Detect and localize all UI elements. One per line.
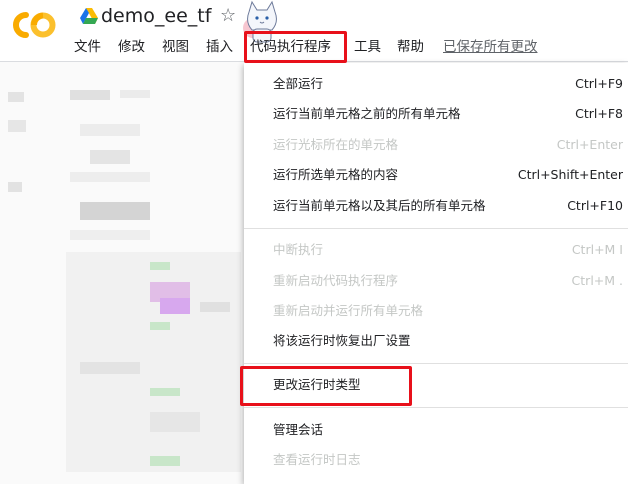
google-drive-icon[interactable] xyxy=(80,8,98,24)
blur-block xyxy=(90,150,130,164)
blur-block xyxy=(150,456,180,466)
blur-block xyxy=(80,124,140,136)
blur-block xyxy=(8,182,22,192)
blur-block xyxy=(70,90,110,100)
menu-divider xyxy=(244,228,628,229)
menu-item-factory-reset[interactable]: 将该运行时恢复出厂设置 xyxy=(244,327,628,355)
blur-block xyxy=(80,362,140,374)
menu-item-shortcut: Ctrl+Enter xyxy=(556,137,623,152)
blur-block xyxy=(150,262,170,270)
menu-item-restart-run-all: 重新启动并运行所有单元格 xyxy=(244,297,628,325)
blur-block xyxy=(8,120,26,132)
menu-item-shortcut: Ctrl+F8 xyxy=(575,106,623,121)
menu-item-label: 运行光标所在的单元格 xyxy=(273,137,399,152)
menu-view[interactable]: 视图 xyxy=(162,36,189,58)
menu-item-label: 全部运行 xyxy=(273,76,324,91)
blur-block xyxy=(8,92,24,102)
menu-item-shortcut: Ctrl+M I xyxy=(571,242,623,257)
star-icon[interactable]: ☆ xyxy=(220,3,236,29)
blur-block xyxy=(70,230,150,240)
blur-block xyxy=(120,90,150,98)
highlight-change-runtime-type xyxy=(240,366,412,406)
highlight-runtime-menu xyxy=(244,31,347,63)
menu-insert[interactable]: 插入 xyxy=(206,36,233,58)
menu-item-view-logs: 查看运行时日志 xyxy=(244,446,628,474)
blur-block xyxy=(160,298,190,314)
menu-item-label: 中断执行 xyxy=(273,242,324,257)
menu-item-run-before[interactable]: 运行当前单元格之前的所有单元格 Ctrl+F8 xyxy=(244,100,628,128)
menu-item-restart: 重新启动代码执行程序 Ctrl+M . xyxy=(244,267,628,295)
menu-help[interactable]: 帮助 xyxy=(397,36,424,58)
menu-item-label: 管理会话 xyxy=(273,422,324,437)
menu-item-label: 查看运行时日志 xyxy=(273,452,361,467)
menu-item-manage-sessions[interactable]: 管理会话 xyxy=(244,416,628,444)
blur-block xyxy=(70,172,150,182)
menu-item-interrupt: 中断执行 Ctrl+M I xyxy=(244,236,628,264)
menu-item-label: 运行所选单元格的内容 xyxy=(273,167,399,182)
menu-divider xyxy=(244,407,628,408)
menu-item-label: 将该运行时恢复出厂设置 xyxy=(273,333,411,348)
menu-item-label: 运行当前单元格之前的所有单元格 xyxy=(273,106,461,121)
menu-item-label: 重新启动代码执行程序 xyxy=(273,273,399,288)
menu-item-run-all[interactable]: 全部运行 Ctrl+F9 xyxy=(244,70,628,98)
menu-item-shortcut: Ctrl+M . xyxy=(571,273,623,288)
blur-block xyxy=(150,412,200,432)
notebook-title[interactable]: demo_ee_tf xyxy=(101,3,211,29)
menu-item-run-after[interactable]: 运行当前单元格以及其后的所有单元格 Ctrl+F10 xyxy=(244,192,628,220)
colab-logo[interactable] xyxy=(12,10,58,40)
menu-item-label: 运行当前单元格以及其后的所有单元格 xyxy=(273,198,486,213)
menu-item-run-selection[interactable]: 运行所选单元格的内容 Ctrl+Shift+Enter xyxy=(244,161,628,189)
blur-block xyxy=(200,302,230,312)
runtime-dropdown-menu: 全部运行 Ctrl+F9 运行当前单元格之前的所有单元格 Ctrl+F8 运行光… xyxy=(244,63,628,484)
menu-item-label: 重新启动并运行所有单元格 xyxy=(273,303,424,318)
menu-file[interactable]: 文件 xyxy=(74,36,101,58)
menu-item-run-focused: 运行光标所在的单元格 Ctrl+Enter xyxy=(244,131,628,159)
menu-tools[interactable]: 工具 xyxy=(354,36,381,58)
menu-item-shortcut: Ctrl+Shift+Enter xyxy=(517,167,623,182)
menu-item-shortcut: Ctrl+F10 xyxy=(567,198,623,213)
blur-block xyxy=(150,322,170,330)
menu-item-shortcut: Ctrl+F9 xyxy=(575,76,623,91)
saved-status-link[interactable]: 已保存所有更改 xyxy=(443,36,538,58)
menu-divider xyxy=(244,363,628,364)
menu-edit[interactable]: 修改 xyxy=(118,36,145,58)
notebook-content-blurred xyxy=(0,62,244,484)
blur-block xyxy=(150,388,180,396)
blur-block xyxy=(80,202,150,220)
